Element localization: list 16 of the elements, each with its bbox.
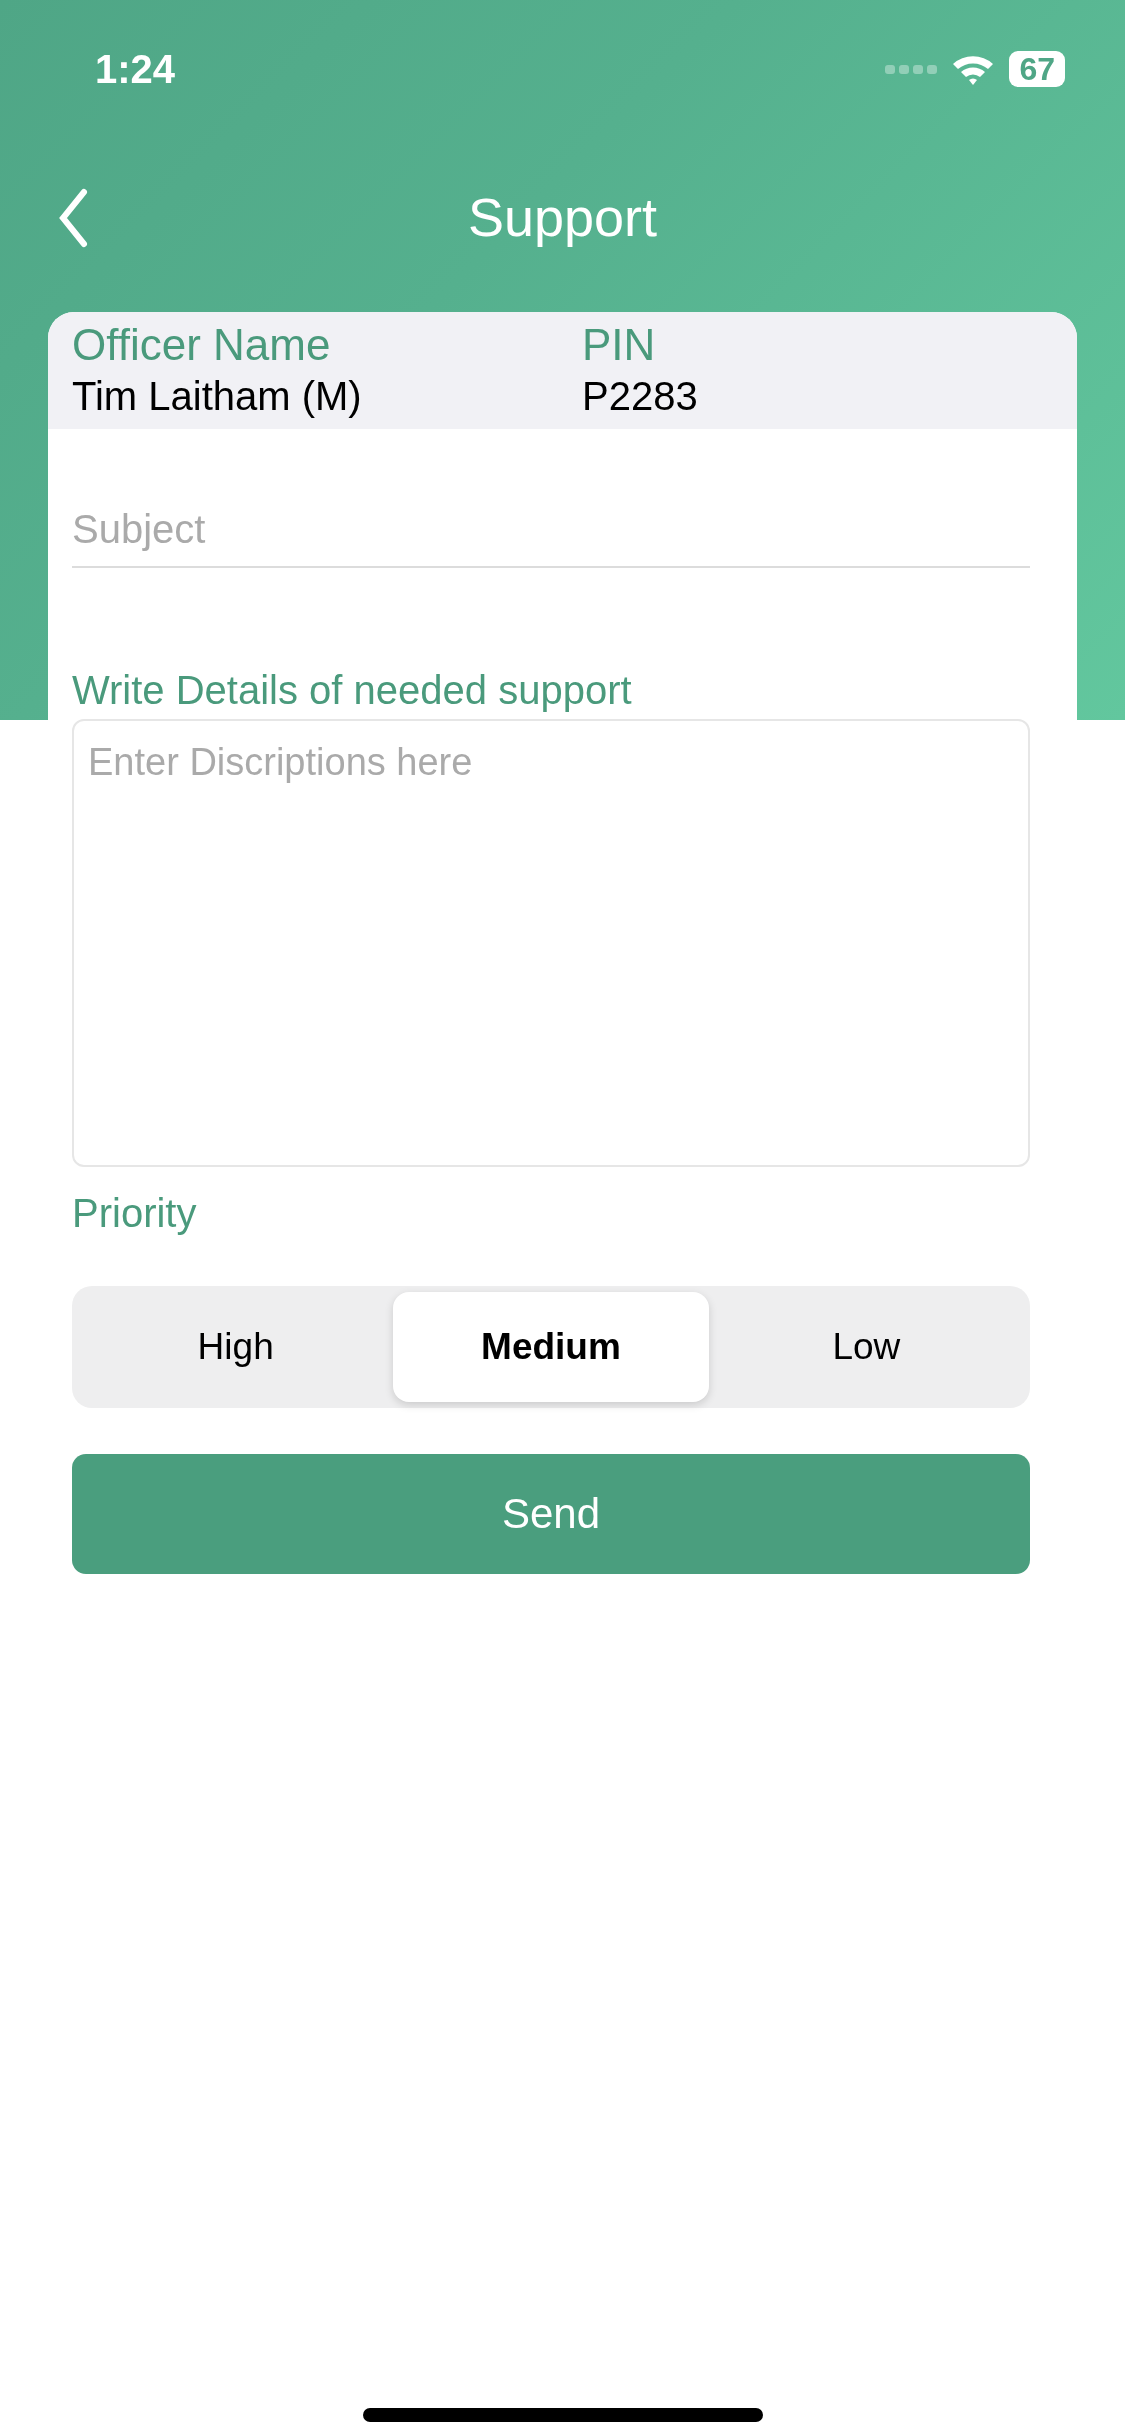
details-label: Write Details of needed support [72,668,633,713]
details-field[interactable]: Enter Discriptions here [72,719,1030,1167]
pin-label: PIN [582,320,657,370]
screen-title: Support [467,186,658,248]
officer-name: Tim Laitham (M) [72,374,363,419]
cellular-signal-icon [885,63,938,75]
priority-label: Priority [72,1191,198,1236]
battery-level: 67 [1009,51,1065,87]
priority-option[interactable]: High [78,1292,394,1402]
back-chevron-icon[interactable] [58,188,88,248]
officer-name-label: Officer Name [72,320,332,370]
priority-option[interactable]: Low [708,1292,1024,1402]
subject-field[interactable]: Subject [72,507,1030,568]
priority-option[interactable]: Medium [393,1292,709,1402]
pin-value: P2283 [582,374,699,419]
status-time: 1:24 [95,46,176,92]
